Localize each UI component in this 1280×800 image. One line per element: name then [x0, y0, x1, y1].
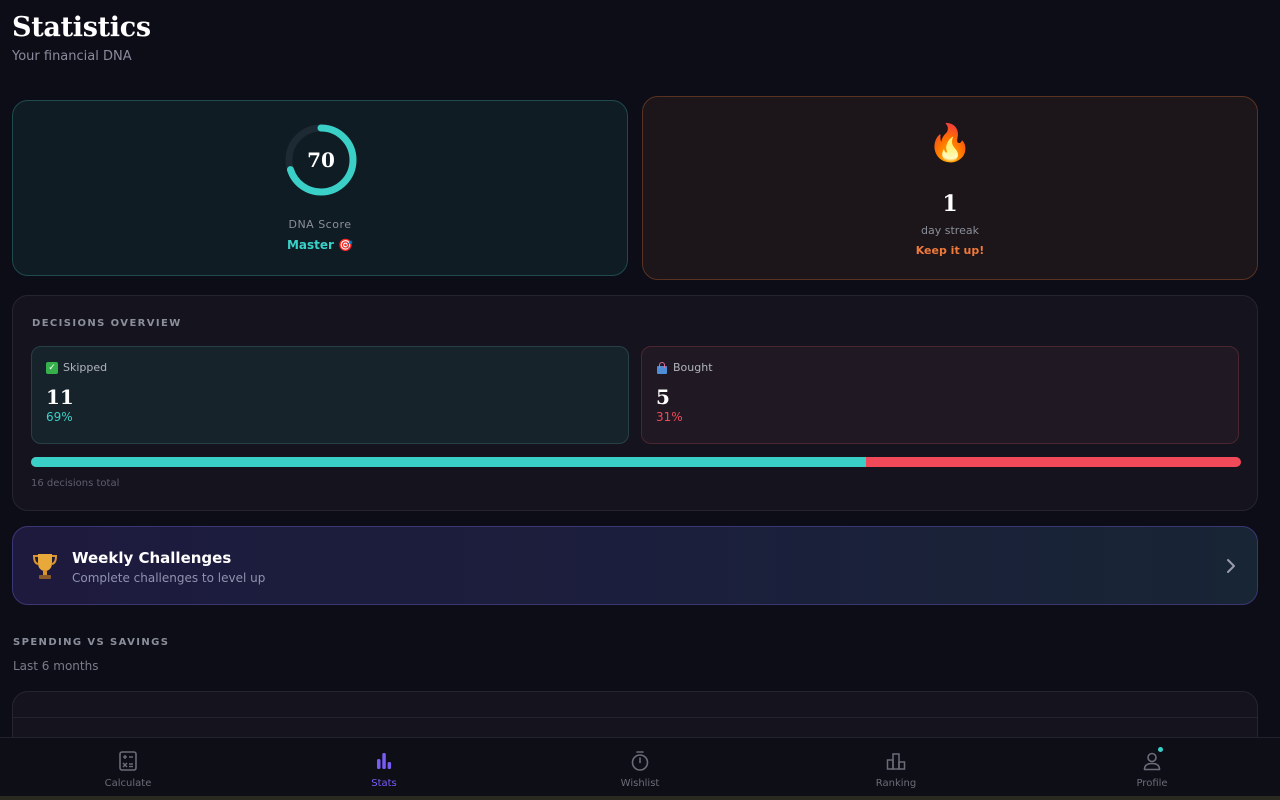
- bought-count: 5: [656, 385, 670, 409]
- tab-calculate[interactable]: Calculate: [0, 738, 256, 800]
- streak-card: 🔥 1 day streak Keep it up!: [642, 96, 1258, 280]
- tab-label: Wishlist: [620, 778, 660, 789]
- skipped-stat: ✓ Skipped 11 69%: [31, 346, 629, 444]
- dna-score-card: 70 DNA Score Master 🎯: [12, 100, 628, 276]
- decisions-ratio-bar: [31, 457, 1241, 467]
- skipped-label: Skipped: [63, 361, 108, 374]
- skipped-percent: 69%: [46, 410, 73, 424]
- dna-score-ring: 70: [284, 123, 358, 197]
- tab-label: Profile: [1136, 778, 1168, 789]
- bought-stat: Bought 5 31%: [641, 346, 1239, 444]
- streak-value: 1: [942, 191, 958, 217]
- user-icon: [1143, 752, 1161, 771]
- skipped-count: 11: [46, 385, 74, 409]
- window-bottom-edge: [0, 796, 1280, 800]
- dna-level-badge: Master 🎯: [286, 238, 354, 252]
- dna-score-label: DNA Score: [288, 218, 352, 231]
- ranking-icon: [886, 753, 906, 770]
- check-icon: ✓: [46, 361, 58, 374]
- bar-chart-icon: [377, 753, 392, 769]
- bought-label: Bought: [673, 361, 713, 374]
- tab-label: Calculate: [104, 778, 152, 789]
- challenges-title: Weekly Challenges: [72, 549, 232, 567]
- page-subtitle: Your financial DNA: [12, 49, 132, 64]
- stopwatch-icon: [631, 751, 649, 771]
- spending-heading: SPENDING VS SAVINGS: [13, 637, 170, 648]
- decisions-total: 16 decisions total: [31, 478, 120, 489]
- decisions-heading: DECISIONS OVERVIEW: [32, 318, 182, 329]
- tab-label: Stats: [371, 778, 397, 789]
- weekly-challenges-card[interactable]: Weekly Challenges Complete challenges to…: [12, 526, 1258, 605]
- page-header: Statistics Your financial DNA: [12, 12, 151, 64]
- decisions-ratio-fill: [31, 457, 866, 467]
- notification-dot: [1158, 747, 1163, 752]
- chevron-right-icon: [1227, 559, 1235, 573]
- streak-label: day streak: [921, 224, 979, 237]
- dna-score-value: 70: [307, 148, 335, 172]
- challenges-subtitle: Complete challenges to level up: [72, 571, 266, 585]
- trophy-icon: [32, 554, 58, 579]
- tab-ranking[interactable]: Ranking: [768, 738, 1024, 800]
- tab-label: Ranking: [875, 778, 917, 789]
- page-title: Statistics: [12, 12, 151, 43]
- streak-cheer: Keep it up!: [915, 244, 985, 257]
- bottom-tab-bar: Calculate Stats Wishlist Ranking Profile: [0, 737, 1280, 800]
- chart-gridline: [13, 717, 1257, 718]
- decisions-overview-card: DECISIONS OVERVIEW ✓ Skipped 11 69% Boug…: [12, 295, 1258, 511]
- tab-wishlist[interactable]: Wishlist: [512, 738, 768, 800]
- spending-subtitle: Last 6 months: [13, 659, 99, 673]
- tab-profile[interactable]: Profile: [1024, 738, 1280, 800]
- fire-icon: 🔥: [927, 123, 973, 164]
- bought-percent: 31%: [656, 410, 683, 424]
- tab-stats[interactable]: Stats: [256, 738, 512, 800]
- shopping-bag-icon: [656, 361, 668, 374]
- calculator-icon: [119, 751, 137, 771]
